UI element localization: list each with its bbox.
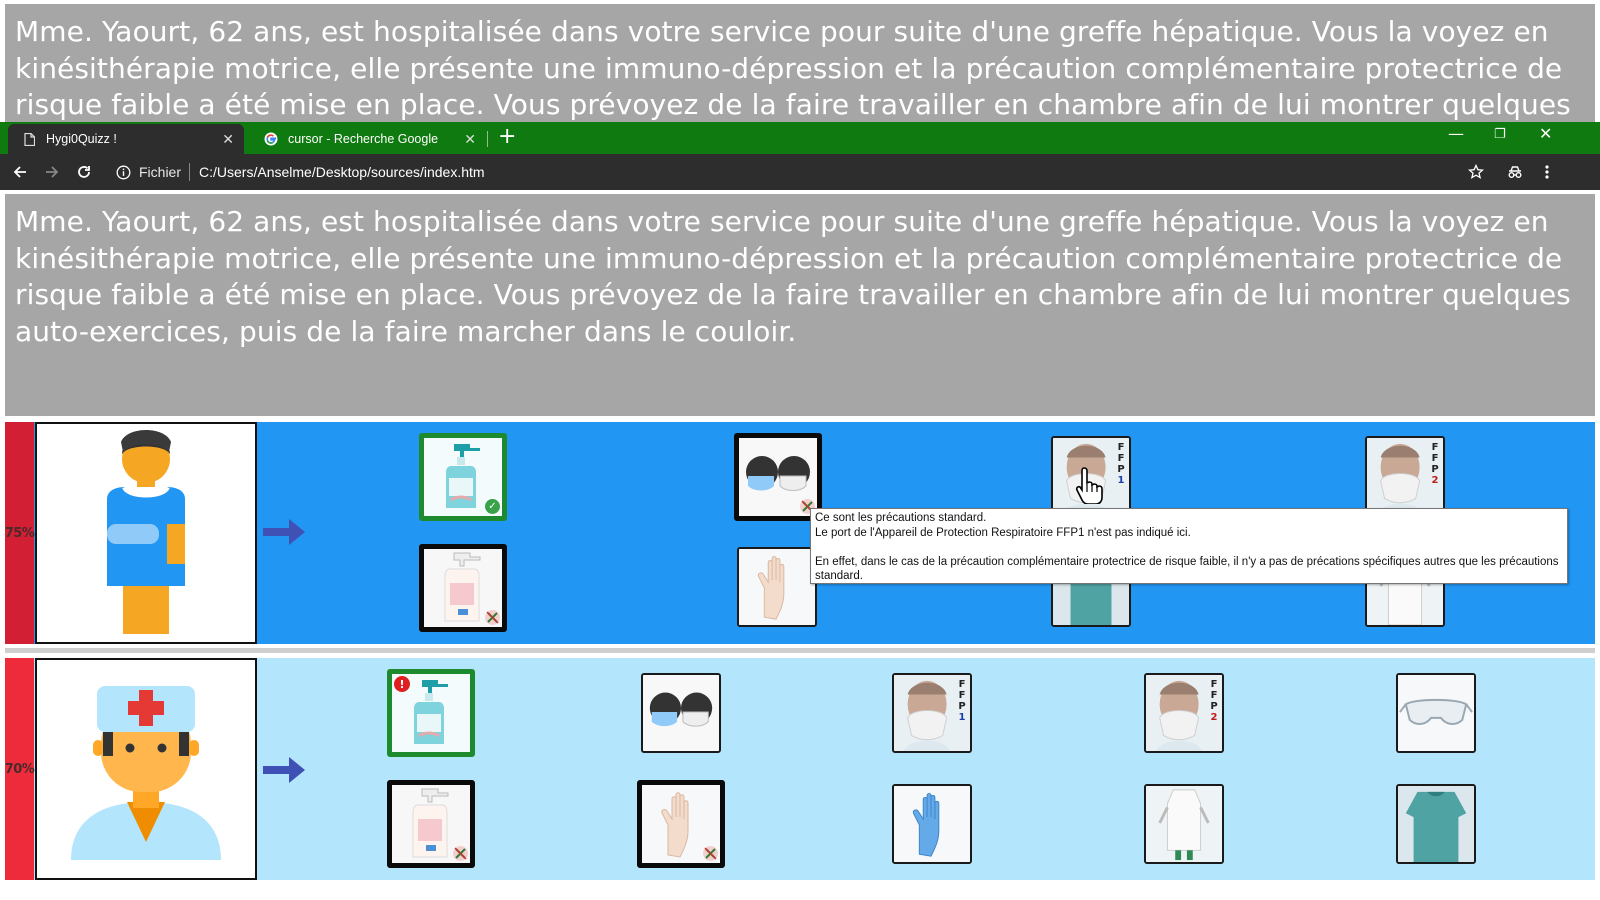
item-soap-dispenser[interactable] [419, 544, 507, 632]
item-ffp1-respirator[interactable]: FFP1 [892, 673, 972, 753]
patient-icon [107, 430, 185, 634]
item-latex-gloves[interactable] [637, 780, 725, 868]
item-hydroalcoholic-gel[interactable]: ! [387, 669, 475, 757]
minimize-button[interactable]: — [1448, 124, 1464, 143]
score-value: 75% [4, 525, 35, 541]
reload-icon [78, 166, 90, 178]
nurse-avatar [35, 658, 257, 880]
item-ffp2-respirator[interactable]: FFP2 [1365, 436, 1445, 516]
back-arrow-icon [13, 166, 26, 178]
omnibox-divider [189, 163, 191, 181]
browser-toolbar: Fichier C:/Users/Anselme/Desktop/sources… [0, 154, 1600, 190]
page-icon [22, 132, 36, 146]
close-window-button[interactable]: ✕ [1539, 124, 1552, 143]
background-scenario-strip: Mme. Yaourt, 62 ans, est hospitalisée da… [5, 4, 1595, 122]
nitrile-glove-icon [894, 786, 970, 862]
ffp1-label: FFP1 [1117, 442, 1125, 486]
item-plastic-apron[interactable] [1144, 784, 1224, 864]
new-tab-button[interactable]: + [498, 124, 516, 149]
item-ffp2-respirator[interactable]: FFP2 [1144, 673, 1224, 753]
patient-avatar [35, 422, 257, 644]
warning-badge-icon: ! [394, 676, 410, 692]
menu-kebab-icon[interactable] [1535, 160, 1559, 184]
bookmark-star-icon[interactable] [1464, 160, 1488, 184]
tab-google-search[interactable]: cursor - Recherche Google ✕ [250, 124, 486, 154]
arrow-right-icon [263, 757, 305, 783]
wrong-badge-icon [703, 846, 718, 861]
tooltip-line: Ce sont les précautions standard. [815, 512, 987, 524]
latex-glove-icon [739, 549, 815, 625]
score-value: 70% [4, 761, 35, 777]
item-latex-gloves[interactable] [737, 547, 817, 627]
ffp2-label: FFP2 [1210, 679, 1218, 723]
restore-button[interactable]: ❐ [1494, 127, 1506, 142]
tab-close-icon[interactable]: ✕ [464, 131, 476, 148]
scenario-text: Mme. Yaourt, 62 ans, est hospitalisée da… [15, 205, 1571, 348]
wrong-badge-icon [485, 610, 500, 625]
google-icon [264, 132, 278, 146]
tab-title: Hygi0Quizz ! [46, 132, 117, 146]
tab-close-icon[interactable]: ✕ [222, 131, 234, 148]
forward-arrow-icon [46, 166, 59, 178]
item-surgical-gown[interactable] [1396, 784, 1476, 864]
tab-title: cursor - Recherche Google [288, 132, 439, 146]
address-bar[interactable]: Fichier C:/Users/Anselme/Desktop/sources… [112, 158, 1492, 186]
surgical-gown-icon [1398, 786, 1474, 862]
scenario-box: Mme. Yaourt, 62 ans, est hospitalisée da… [5, 194, 1595, 416]
item-nitrile-gloves[interactable] [892, 784, 972, 864]
hand-cursor-icon [1075, 467, 1103, 504]
item-hydroalcoholic-gel[interactable]: ✓ [419, 433, 507, 521]
item-surgical-masks[interactable] [641, 673, 721, 753]
reload-button[interactable] [72, 160, 96, 184]
ffp1-label: FFP1 [958, 679, 966, 723]
tooltip-line: En effet, dans le cas de la précaution c… [815, 555, 1559, 583]
score-bar: 70% [4, 658, 35, 880]
background-scenario-text: Mme. Yaourt, 62 ans, est hospitalisée da… [15, 15, 1571, 121]
incognito-icon[interactable] [1503, 160, 1527, 184]
tooltip-line: Le port de l'Appareil de Protection Resp… [815, 526, 1191, 539]
item-surgical-masks[interactable] [734, 433, 822, 521]
feedback-tooltip: Ce sont les précautions standard. Le por… [810, 508, 1568, 584]
safety-goggles-icon [1398, 675, 1474, 751]
back-button[interactable] [8, 160, 32, 184]
tab-hygi0quizz[interactable]: Hygi0Quizz ! ✕ [8, 124, 244, 154]
row-divider [5, 648, 1595, 653]
check-badge-icon: ✓ [485, 499, 500, 514]
forward-button[interactable] [40, 160, 64, 184]
security-chip[interactable]: Fichier [139, 164, 181, 180]
item-safety-goggles[interactable] [1396, 673, 1476, 753]
info-icon[interactable] [116, 165, 131, 180]
ffp2-label: FFP2 [1431, 442, 1439, 486]
surgical-masks-icon [643, 675, 719, 751]
wrong-badge-icon [453, 846, 468, 861]
tab-separator [487, 131, 488, 147]
plastic-apron-icon [1146, 786, 1222, 862]
answer-row-nurse: 70% [5, 658, 1595, 880]
item-soap-dispenser[interactable] [387, 780, 475, 868]
score-bar: 75% [4, 422, 35, 644]
url-text[interactable]: C:/Users/Anselme/Desktop/sources/index.h… [199, 164, 485, 180]
tab-bar: Hygi0Quizz ! ✕ cursor - Recherche Google… [0, 122, 1600, 154]
nurse-icon [71, 686, 221, 860]
arrow-right-icon [263, 519, 305, 545]
